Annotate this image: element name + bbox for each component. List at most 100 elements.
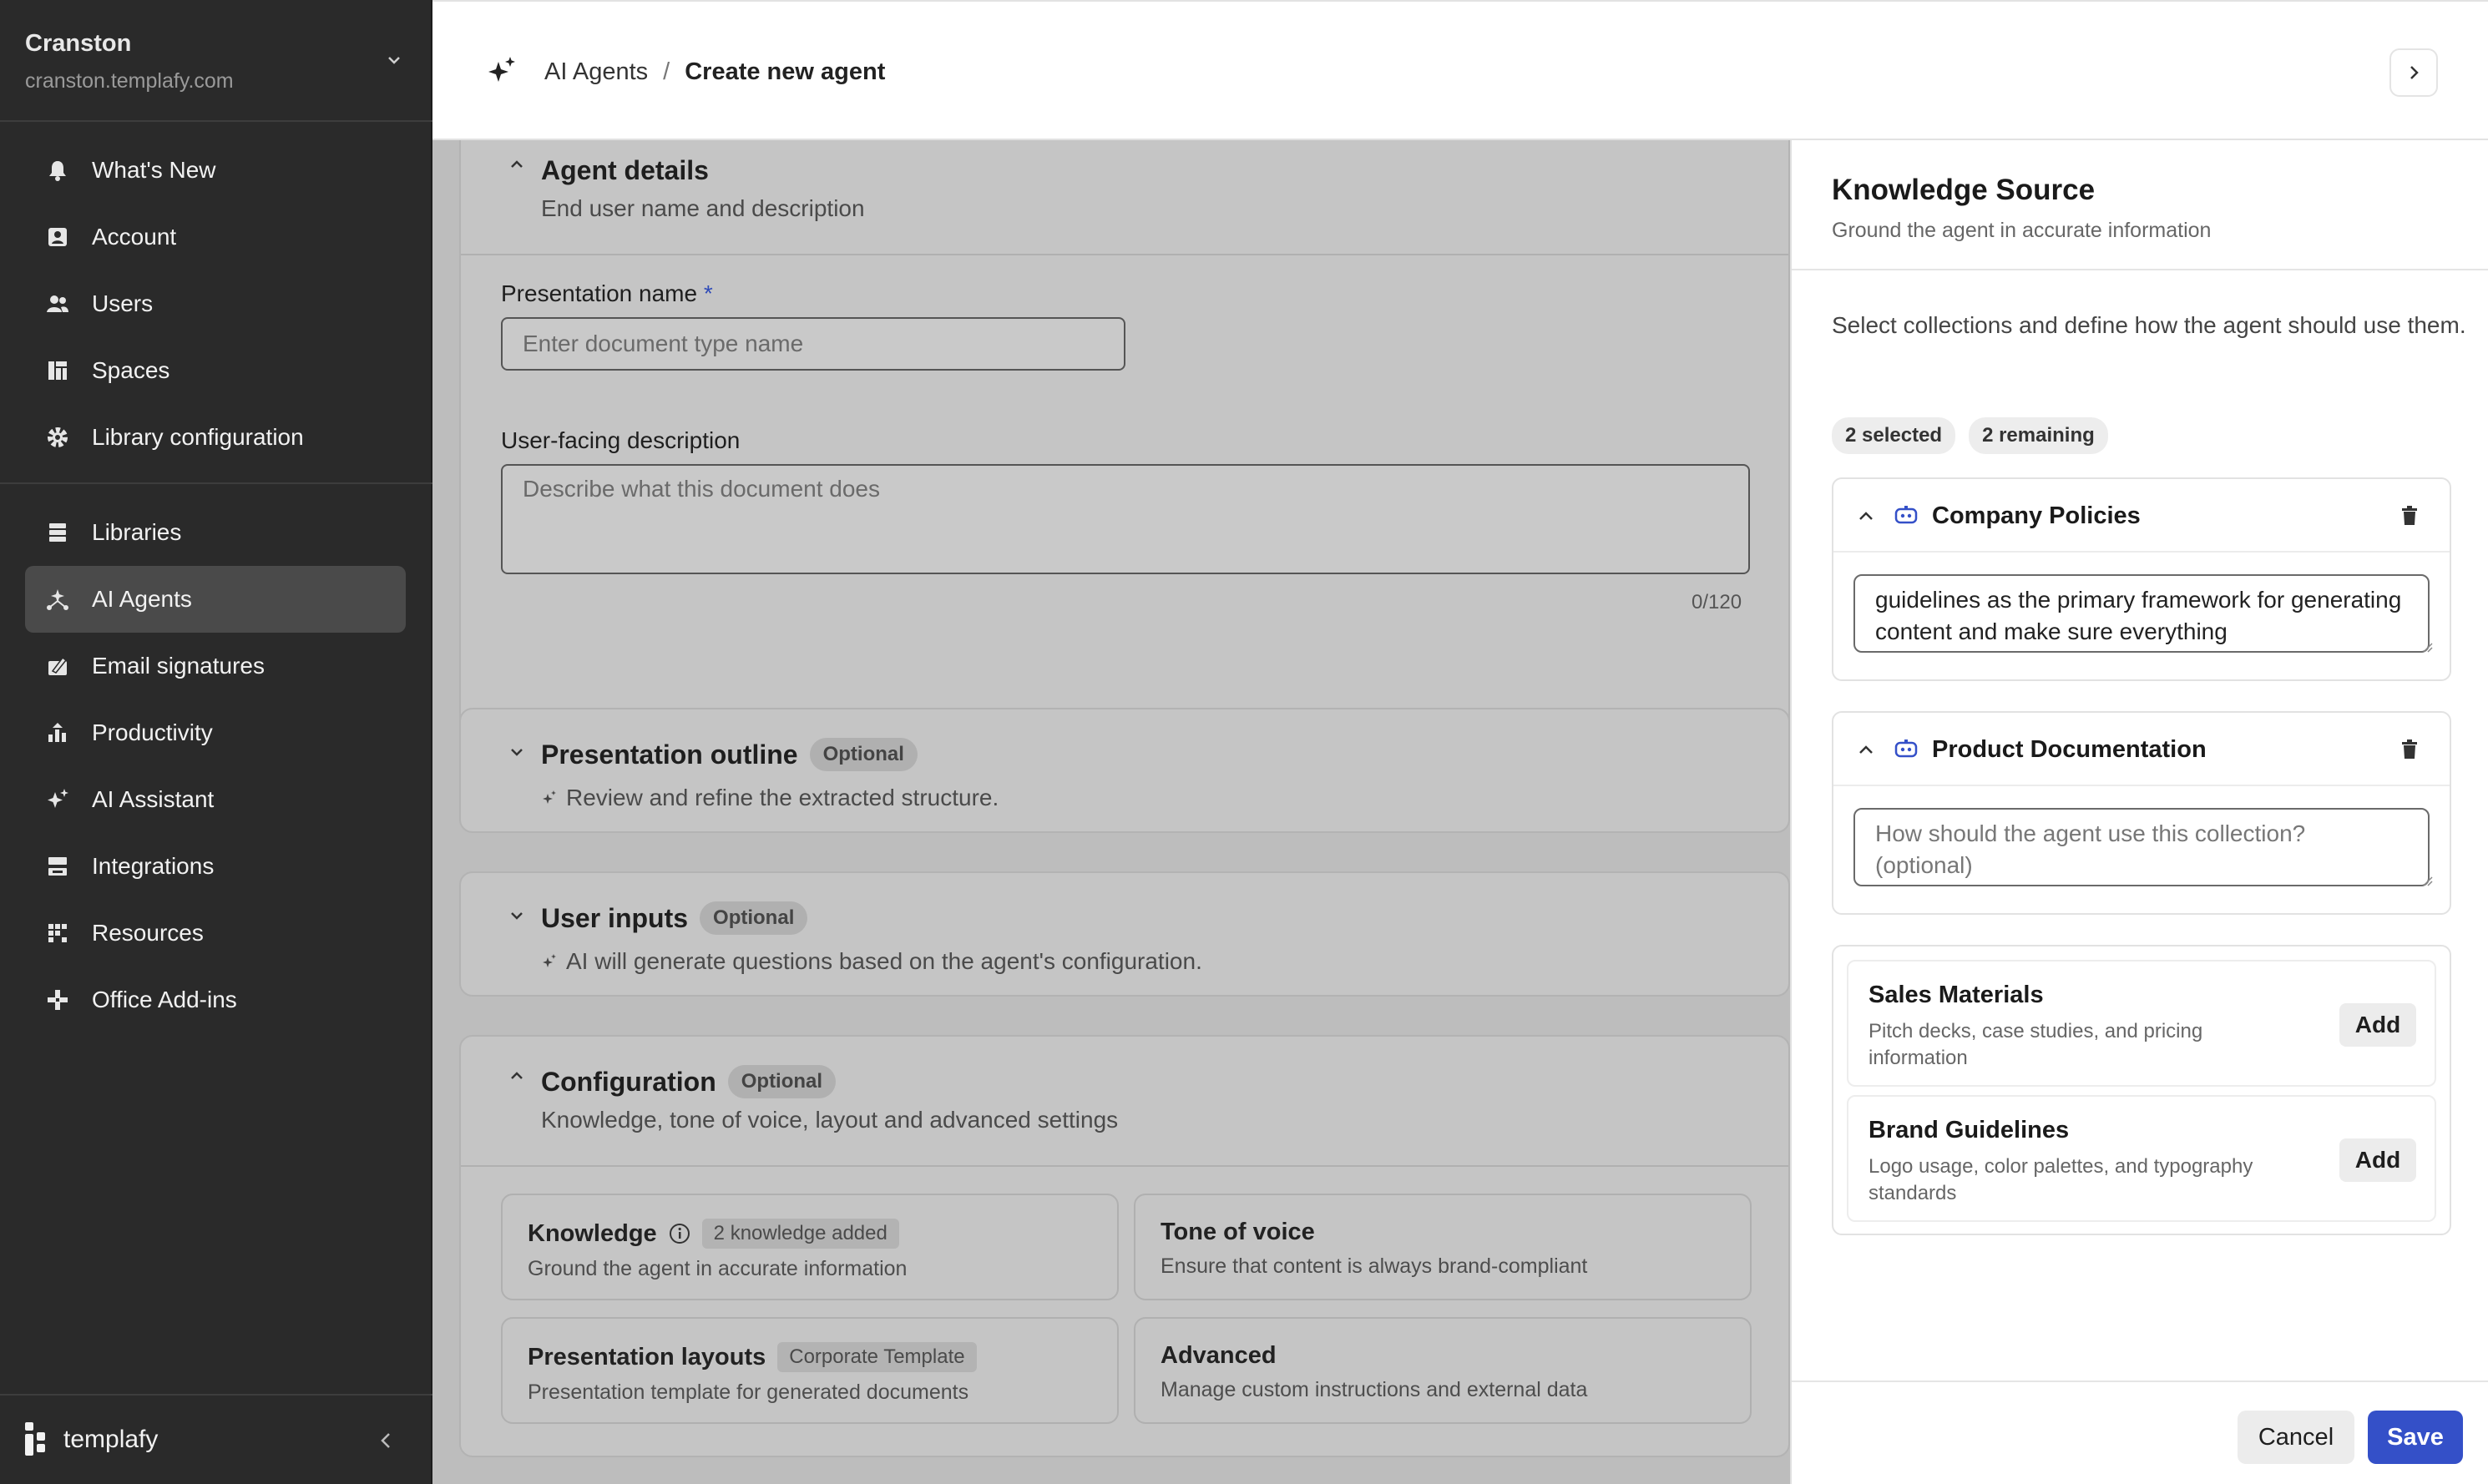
collection-usage-textarea[interactable]: guidelines as the primary framework for … [1853,574,2430,653]
integrations-icon [43,852,72,881]
collection-product-documentation: Product Documentation How should the age… [1832,711,2451,915]
chevron-up-icon[interactable] [1857,507,1875,524]
section-title-text: Configuration [541,1066,716,1097]
template-tag: Corporate Template [777,1342,977,1372]
sidebar-item-office-add-ins[interactable]: Office Add-ins [25,967,406,1033]
account-icon [43,223,72,251]
card-title: Presentation layouts Corporate Template [528,1342,1092,1372]
panel-header: Knowledge Source Ground the agent in acc… [1792,140,2488,270]
card-title: Advanced [1161,1342,1277,1369]
sidebar-item-account[interactable]: Account [25,204,406,270]
top-header: AI Agents / Create new agent [432,0,2488,140]
tone-of-voice-card[interactable]: Tone of voice Ensure that content is alw… [1134,1194,1752,1300]
collection-desc: Logo usage, color palettes, and typograp… [1869,1155,2253,1204]
card-desc: Manage custom instructions and external … [1161,1378,1588,1401]
collection-usage-textarea[interactable]: How should the agent use this collection… [1853,808,2430,886]
info-icon[interactable] [669,1223,690,1244]
configuration-section: Configuration Optional Knowledge, tone o… [459,1035,1790,1457]
sidebar-item-label: Library configuration [92,424,304,450]
card-desc: Presentation template for generated docu… [528,1381,969,1404]
save-button[interactable]: Save [2368,1411,2463,1464]
chevron-down-icon[interactable] [508,906,526,925]
bell-icon [43,156,72,184]
panel-title: Knowledge Source [1832,174,2096,206]
chevron-up-icon[interactable] [508,1067,526,1085]
sidebar-item-label: Email signatures [92,653,265,679]
knowledge-source-panel: Knowledge Source Ground the agent in acc… [1790,140,2488,1484]
sidebar-item-ai-agents[interactable]: AI Agents [25,566,406,633]
collapse-sidebar-icon[interactable] [376,1429,396,1452]
sidebar-item-email-signatures[interactable]: Email signatures [25,633,406,699]
optional-badge: Optional [700,901,808,935]
users-icon [43,290,72,318]
chevron-down-icon[interactable] [386,52,402,68]
addins-icon [43,986,72,1014]
sidebar-item-resources[interactable]: Resources [25,900,406,967]
collection-brand-guidelines: Brand Guidelines Logo usage, color palet… [1847,1095,2436,1222]
chevron-down-icon[interactable] [508,743,526,761]
section-title-text: User inputs [541,902,689,933]
sidebar-item-spaces[interactable]: Spaces [25,337,406,404]
section-subtitle-text: AI will generate questions based on the … [566,948,1202,974]
nav-group-admin: What's New Account Users Spaces Library … [25,137,406,471]
selection-chips: 2 selected 2 remaining [1832,417,2108,454]
sidebar-item-ai-assistant[interactable]: AI Assistant [25,766,406,833]
sidebar-item-productivity[interactable]: Productivity [25,699,406,766]
selected-count-chip: 2 selected [1832,417,1956,454]
sparkle-icon [543,954,556,967]
org-switcher[interactable]: Cranston cranston.templafy.com [0,0,432,122]
collection-desc: Pitch decks, case studies, and pricing i… [1869,1020,2203,1069]
breadcrumb-separator: / [663,58,670,85]
collection-header[interactable]: Company Policies [1833,479,2450,553]
sidebar-item-label: Productivity [92,719,213,745]
brand-name: templafy [63,1426,159,1453]
sidebar-item-label: What's New [92,157,216,183]
section-subtitle: Knowledge, tone of voice, layout and adv… [541,1107,1119,1133]
user-inputs-section[interactable]: User inputs Optional AI will generate qu… [459,871,1790,997]
description-textarea[interactable]: Describe what this document does [501,464,1750,574]
sidebar-item-libraries[interactable]: Libraries [25,499,406,566]
card-title-text: Presentation layouts [528,1343,766,1370]
presentation-layouts-card[interactable]: Presentation layouts Corporate Template … [501,1317,1119,1424]
trash-icon[interactable] [2400,504,2420,527]
cancel-button[interactable]: Cancel [2238,1411,2354,1464]
sidebar-item-label: AI Assistant [92,786,215,812]
sidebar-item-whats-new[interactable]: What's New [25,137,406,204]
chevron-up-icon[interactable] [508,155,526,174]
card-desc: Ground the agent in accurate information [528,1257,908,1280]
trash-icon[interactable] [2400,738,2420,761]
sidebar-item-library-configuration[interactable]: Library configuration [25,404,406,471]
section-subtitle-text: Review and refine the extracted structur… [566,785,999,810]
available-collections: Sales Materials Pitch decks, case studie… [1832,945,2451,1235]
breadcrumb-ai-agents-link[interactable]: AI Agents [544,58,648,86]
resize-handle-icon[interactable] [2421,875,2433,886]
sidebar-item-integrations[interactable]: Integrations [25,833,406,900]
sparkle-icon [488,57,515,82]
chevron-up-icon[interactable] [1857,741,1875,758]
add-collection-button[interactable]: Add [2339,1138,2416,1182]
sparkle-icon [543,790,556,804]
breadcrumb-current: Create new agent [685,58,886,85]
section-subtitle: Review and refine the extracted structur… [541,785,999,811]
remaining-count-chip: 2 remaining [1969,417,2108,454]
chevron-right-icon [2410,66,2419,79]
knowledge-count-tag: 2 knowledge added [701,1219,899,1249]
presentation-outline-section[interactable]: Presentation outline Optional Review and… [459,708,1790,833]
optional-badge: Optional [809,738,918,771]
panel-toggle-button[interactable] [2389,48,2438,97]
collection-header[interactable]: Product Documentation [1833,713,2450,786]
sidebar-item-label: AI Agents [92,586,192,612]
knowledge-card[interactable]: Knowledge 2 knowledge added Ground the a… [501,1194,1119,1300]
section-title: Agent details [541,155,709,185]
sidebar-item-label: Office Add-ins [92,987,237,1012]
presentation-name-input[interactable]: Enter document type name [501,317,1125,371]
signature-icon [43,652,72,680]
card-title: Knowledge 2 knowledge added [528,1219,1092,1249]
sidebar-item-users[interactable]: Users [25,270,406,337]
add-collection-button[interactable]: Add [2339,1003,2416,1047]
card-title: Tone of voice [1161,1219,1315,1245]
resize-handle-icon[interactable] [2421,641,2433,653]
description-label: User-facing description [501,427,741,453]
templafy-logo-icon [25,1422,45,1456]
advanced-card[interactable]: Advanced Manage custom instructions and … [1134,1317,1752,1424]
